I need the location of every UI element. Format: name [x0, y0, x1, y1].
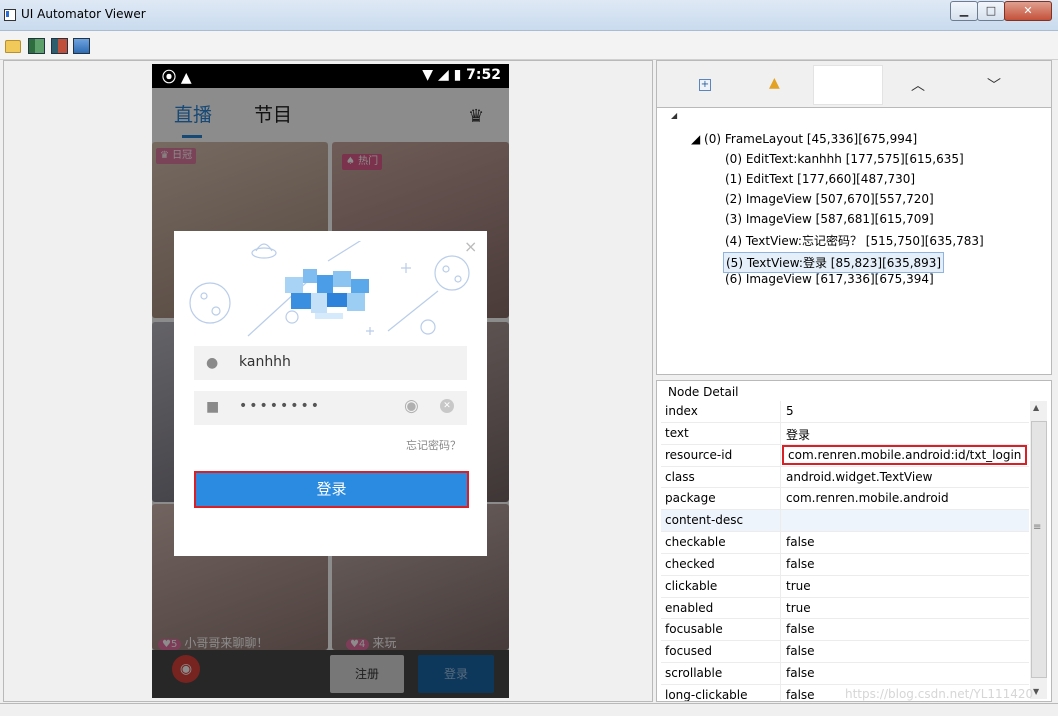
status-right: ▼ ◢ ▮ 7:52 — [422, 67, 501, 83]
property-key: package — [665, 491, 716, 506]
property-value: false — [786, 666, 815, 681]
table-row[interactable]: resource-id com.renren.mobile.android:id/… — [661, 444, 1029, 467]
node-detail-title: Node Detail — [668, 385, 739, 399]
property-key: checked — [665, 556, 715, 571]
tree-node[interactable]: (1) EditText [177,660][487,730] — [725, 172, 915, 186]
property-key: resource-id — [665, 447, 733, 462]
device-screenshot-compressed-icon[interactable] — [51, 38, 68, 54]
username-value: kanhhh — [239, 354, 291, 370]
property-value: android.widget.TextView — [786, 469, 933, 484]
table-row[interactable]: index 5 — [661, 401, 1029, 423]
expand-all-icon[interactable]: + — [699, 79, 711, 91]
window-bottom-edge — [0, 703, 1058, 716]
property-key: class — [665, 469, 695, 484]
save-icon[interactable] — [73, 38, 90, 54]
scrollbar-thumb[interactable] — [1031, 421, 1047, 678]
maximize-button[interactable]: □ — [977, 1, 1005, 21]
password-field[interactable]: ■ •••••••• ◉ ✕ — [194, 391, 467, 425]
tree-node[interactable]: (2) ImageView [507,670][557,720] — [725, 192, 934, 206]
android-status-bar: ⦿ ▲ ▼ ◢ ▮ 7:52 — [152, 64, 509, 88]
property-value: false — [786, 622, 815, 637]
toolbar — [0, 31, 1058, 60]
warning-icon[interactable]: ▲ — [769, 75, 780, 91]
property-value: false — [786, 644, 815, 659]
property-key: checkable — [665, 535, 726, 550]
eye-icon[interactable]: ◉ — [404, 396, 419, 416]
property-key: content-desc — [665, 513, 744, 528]
property-key: enabled — [665, 600, 714, 615]
tree-node[interactable]: (4) TextView:忘记密码？ [515,750][635,783] — [725, 232, 984, 249]
app-logo — [285, 269, 369, 319]
open-folder-icon[interactable] — [5, 40, 21, 53]
chevron-up-icon[interactable]: ︿ — [911, 75, 925, 95]
property-value: true — [786, 578, 811, 593]
tree-node-selected[interactable]: (5) TextView:登录 [85,823][635,893] — [723, 252, 945, 273]
scroll-up-icon[interactable]: ▲ — [1033, 403, 1039, 412]
property-value: false — [786, 687, 815, 702]
table-row[interactable]: text 登录 — [661, 422, 1029, 445]
property-value: true — [786, 600, 811, 615]
tree-node[interactable]: (6) ImageView [617,336][675,394] — [725, 272, 934, 286]
title-bar: UI Automator Viewer ▁ □ ✕ — [0, 0, 1058, 31]
grip-icon: ≡ — [1033, 522, 1042, 533]
property-key: scrollable — [665, 666, 723, 681]
forgot-password-link[interactable]: 忘记密码？ — [406, 437, 461, 453]
login-dialog: × ● kanhhh ■ •••••••• ◉ ✕ 忘记密码？ 登录 — [174, 231, 487, 556]
property-value: com.renren.mobile.android — [786, 491, 949, 506]
node-detail-panel: Node Detail index 5 text 登录 resource-id com… — [656, 380, 1052, 702]
table-row[interactable]: scrollable false — [661, 663, 1029, 685]
tree-node[interactable]: (0) EditText:kanhhh [177,575][615,635] — [725, 152, 964, 166]
lock-icon: ■ — [206, 399, 220, 415]
username-field[interactable]: ● kanhhh — [194, 346, 467, 380]
tree-root-toggle[interactable]: ◢ — [671, 111, 677, 120]
property-value: 登录 — [786, 427, 811, 442]
property-key: long-clickable — [665, 687, 748, 702]
tree-node[interactable]: ◢ (0) FrameLayout [45,336][675,994] — [691, 132, 917, 146]
tree-toolbar: + ▲ ︿ ﹀ — [656, 60, 1052, 108]
chevron-down-icon[interactable]: ﹀ — [987, 75, 1001, 95]
table-row[interactable]: focusable false — [661, 619, 1029, 642]
status-time: 7:52 — [466, 67, 501, 83]
search-input[interactable] — [813, 65, 883, 105]
resource-id-value: com.renren.mobile.android:id/txt_login — [782, 444, 1028, 465]
property-key: clickable — [665, 578, 718, 593]
device-screenshot[interactable]: ⦿ ▲ ▼ ◢ ▮ 7:52 直播 节目 ♛ ♛ 日冠 ♠ 热门 ♥5 小哥哥来聊… — [152, 64, 509, 698]
property-value: false — [786, 535, 815, 550]
tree-node[interactable]: (3) ImageView [587,681][615,709] — [725, 212, 934, 226]
table-row[interactable]: clickable true — [661, 575, 1029, 598]
minimize-button[interactable]: ▁ — [950, 1, 978, 21]
device-screenshot-icon[interactable] — [28, 38, 45, 54]
login-button[interactable]: 登录 — [194, 471, 469, 508]
property-value: false — [786, 556, 815, 571]
user-icon: ● — [206, 355, 219, 371]
property-key: index — [665, 404, 698, 418]
status-left-icons: ⦿ ▲ — [162, 70, 192, 86]
table-row[interactable]: focused false — [661, 641, 1029, 664]
hierarchy-tree: ◢ ◢ (0) FrameLayout [45,336][675,994] (0… — [656, 107, 1052, 375]
app-icon — [4, 9, 16, 21]
scroll-down-icon[interactable]: ▼ — [1033, 687, 1039, 696]
close-button[interactable]: ✕ — [1004, 1, 1052, 21]
property-key: focused — [665, 644, 713, 659]
table-row[interactable]: package com.renren.mobile.android — [661, 488, 1029, 511]
password-value: •••••••• — [239, 398, 322, 414]
clear-icon[interactable]: ✕ — [440, 399, 454, 413]
property-key: focusable — [665, 622, 723, 637]
table-row[interactable]: enabled true — [661, 597, 1029, 620]
status-icons: ▼ ◢ ▮ — [422, 67, 462, 83]
hierarchy-panel: + ▲ ︿ ﹀ ◢ ◢ (0) FrameLayout [45,336][675… — [656, 60, 1052, 702]
table-row[interactable]: checked false — [661, 553, 1029, 576]
table-row[interactable]: class android.widget.TextView — [661, 466, 1029, 489]
table-row[interactable]: content-desc — [661, 510, 1029, 533]
property-key: text — [665, 425, 689, 440]
node-detail-table: index 5 text 登录 resource-id com.renren.mobi… — [661, 401, 1029, 702]
window-title: UI Automator Viewer — [21, 7, 146, 21]
watermark: https://blog.csdn.net/YL111420 — [845, 687, 1034, 701]
table-row[interactable]: checkable false — [661, 532, 1029, 554]
property-value: 5 — [786, 404, 794, 418]
